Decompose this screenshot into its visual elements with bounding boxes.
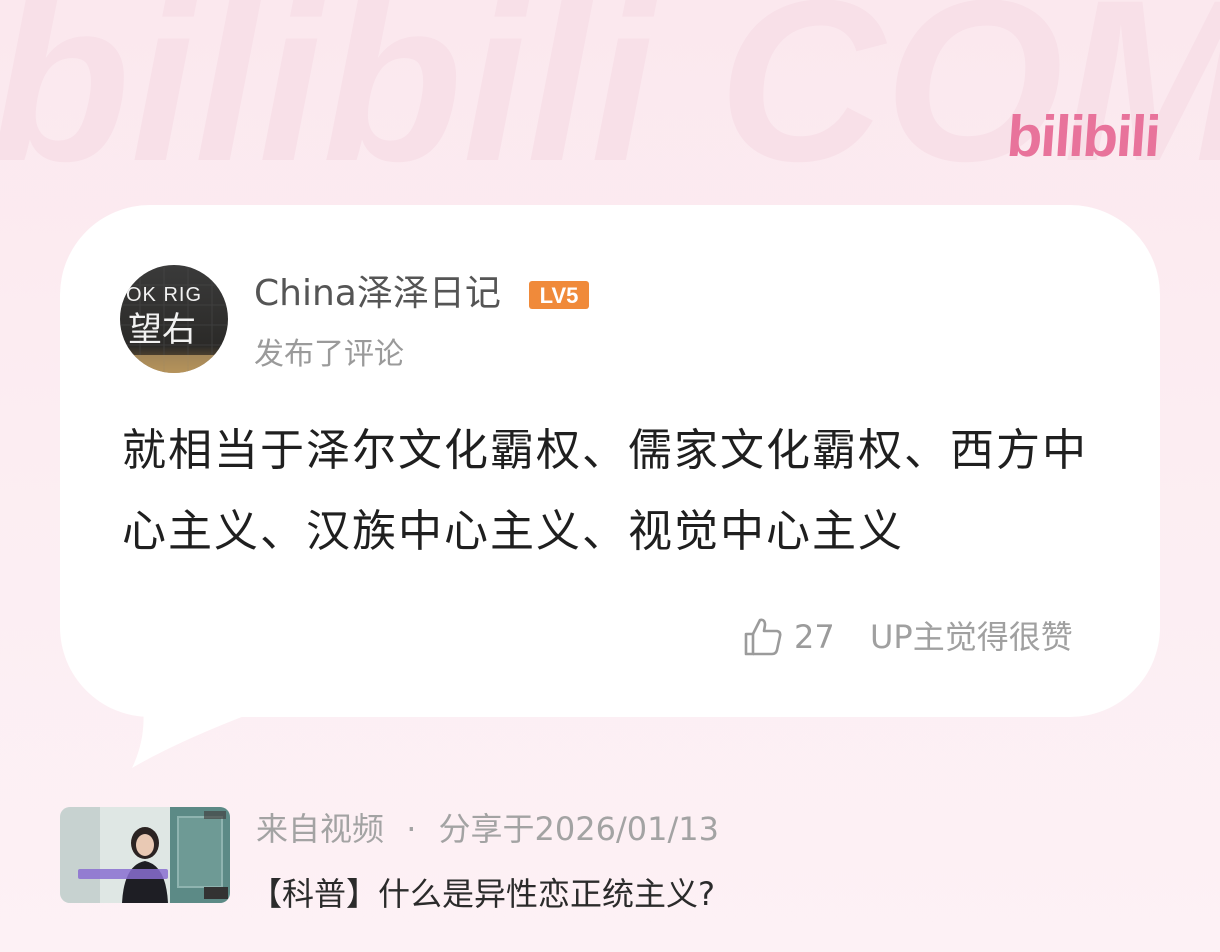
source-from-label: 来自视频 — [256, 810, 385, 848]
like-count: 27 — [794, 618, 835, 656]
level-badge: LV5 — [529, 281, 589, 309]
avatar-image: OK RIG 望右 — [120, 265, 228, 373]
bilibili-logo: bilibili — [1008, 104, 1158, 166]
avatar-text-top: OK RIG — [126, 284, 202, 306]
logo-text: bilibili — [1008, 104, 1158, 166]
video-thumbnail-image — [60, 807, 230, 903]
up-liked-label: UP主觉得很赞 — [870, 618, 1073, 656]
action-label: 发布了评论 — [254, 337, 404, 372]
share-date: 分享于2026/01/13 — [438, 810, 719, 848]
level-text: LV5 — [540, 283, 579, 308]
video-thumbnail[interactable] — [60, 807, 230, 903]
avatar[interactable]: OK RIG 望右 — [120, 265, 228, 373]
source-line: 来自视频 · 分享于2026/01/13 — [256, 808, 719, 850]
source-separator: · — [406, 810, 417, 848]
username[interactable]: China泽泽日记 — [254, 272, 501, 316]
like-button[interactable]: 27 — [742, 612, 835, 662]
video-title-link[interactable]: 【科普】什么是异性恋正统主义? — [250, 872, 715, 916]
avatar-text-bottom: 望右 — [128, 310, 196, 350]
thumbs-up-icon — [744, 618, 782, 656]
comment-text: 就相当于泽尔文化霸权、儒家文化霸权、西方中心主义、汉族中心主义、视觉中心主义 — [122, 425, 1088, 557]
